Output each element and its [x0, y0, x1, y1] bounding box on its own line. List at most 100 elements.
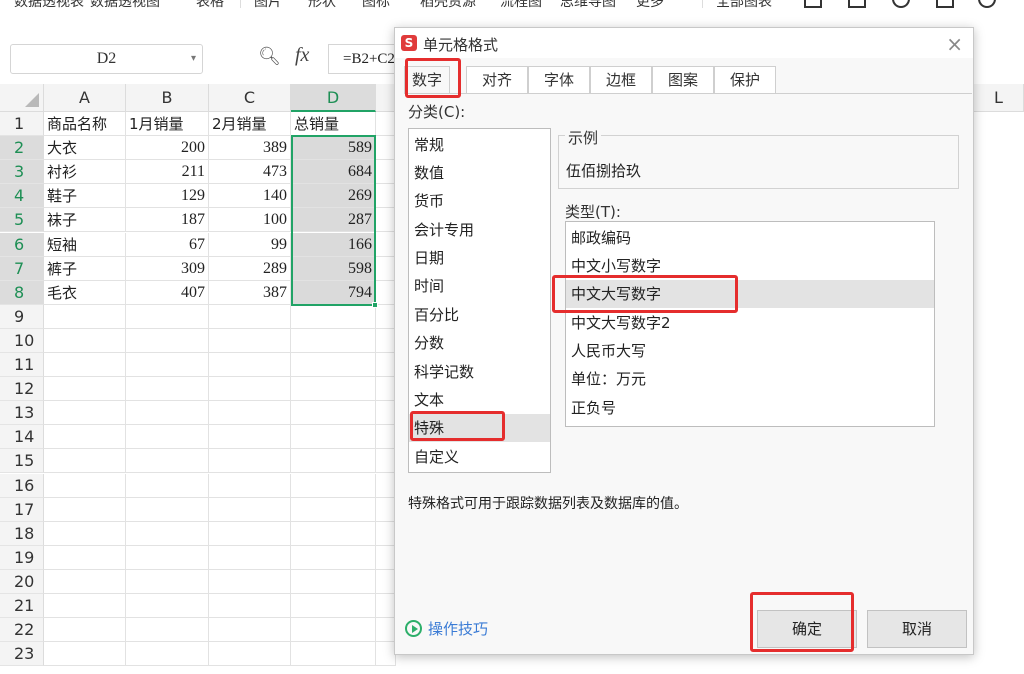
table-cell[interactable]: 473 [209, 160, 291, 185]
row-header[interactable]: 3 [0, 160, 44, 185]
fill-handle[interactable] [372, 302, 378, 308]
ribbon-docer[interactable]: 稻壳资源 [420, 0, 476, 11]
row-header[interactable]: 18 [0, 521, 44, 546]
chevron-down-icon[interactable]: ▾ [191, 45, 196, 73]
table-cell[interactable]: 166 [291, 232, 376, 257]
tab-border[interactable]: 边框 [590, 66, 652, 94]
table-cell[interactable] [376, 184, 396, 209]
zoom-search-icon[interactable]: 🔍︎ [258, 46, 281, 67]
table-cell[interactable] [291, 545, 376, 570]
row-header[interactable]: 5 [0, 208, 44, 233]
table-cell[interactable]: 598 [291, 256, 376, 281]
table-cell[interactable] [291, 642, 376, 667]
table-cell[interactable] [126, 473, 209, 498]
table-cell[interactable] [44, 401, 126, 426]
table-cell[interactable] [376, 401, 396, 426]
category-item-number[interactable]: 数值 [409, 159, 550, 187]
table-cell[interactable] [44, 328, 126, 353]
ribbon-pivot-table[interactable]: 数据透视表 [14, 0, 84, 11]
table-cell[interactable] [209, 521, 291, 546]
column-header-d[interactable]: D [291, 84, 376, 112]
table-cell[interactable] [209, 545, 291, 570]
fx-icon[interactable]: fx [295, 44, 309, 67]
tab-font[interactable]: 字体 [528, 66, 590, 94]
column-header-a[interactable]: A [44, 84, 126, 112]
cancel-button[interactable]: 取消 [867, 610, 967, 648]
table-cell[interactable] [376, 208, 396, 233]
table-cell[interactable] [209, 594, 291, 618]
header-cell[interactable]: 2月销量 [209, 112, 291, 136]
table-cell[interactable] [376, 545, 396, 570]
table-cell[interactable] [209, 401, 291, 426]
column-header-l[interactable]: L [974, 84, 1024, 112]
row-header[interactable]: 12 [0, 377, 44, 402]
table-cell[interactable] [44, 304, 126, 329]
row-header[interactable]: 16 [0, 473, 44, 498]
table-cell[interactable] [376, 521, 396, 546]
table-cell[interactable] [376, 497, 396, 522]
category-item-time[interactable]: 时间 [409, 272, 550, 300]
table-cell[interactable] [376, 594, 396, 618]
row-header[interactable]: 9 [0, 304, 44, 329]
column-header-e[interactable] [376, 84, 396, 112]
table-cell[interactable] [126, 353, 209, 377]
table-cell[interactable] [126, 449, 209, 474]
type-item-unit-wan[interactable]: 单位：万元 [566, 365, 934, 393]
row-header[interactable]: 19 [0, 545, 44, 570]
table-cell[interactable] [44, 545, 126, 570]
table-cell[interactable] [44, 473, 126, 498]
header-cell[interactable]: 总销量 [291, 112, 376, 136]
close-icon[interactable]: × [946, 32, 963, 56]
table-cell[interactable] [376, 569, 396, 594]
tab-alignment[interactable]: 对齐 [466, 66, 528, 94]
category-item-general[interactable]: 常规 [409, 131, 550, 159]
tab-pattern[interactable]: 图案 [652, 66, 714, 94]
table-cell[interactable] [376, 112, 396, 136]
ribbon-shape[interactable]: 形状 [308, 0, 336, 11]
table-cell[interactable] [126, 497, 209, 522]
ribbon-more[interactable]: 更多 [636, 0, 664, 11]
row-header[interactable]: 7 [0, 256, 44, 281]
table-cell[interactable]: 794 [291, 280, 376, 305]
table-cell[interactable]: 187 [126, 208, 209, 233]
table-cell[interactable] [291, 497, 376, 522]
table-cell[interactable] [209, 377, 291, 402]
category-item-currency[interactable]: 货币 [409, 187, 550, 215]
category-item-fraction[interactable]: 分数 [409, 329, 550, 357]
name-box[interactable]: D2 ▾ [10, 44, 203, 74]
table-cell[interactable] [291, 594, 376, 618]
ribbon-all-charts[interactable]: 全部图表 [716, 0, 772, 11]
type-item-rmb-uppercase[interactable]: 人民币大写 [566, 337, 934, 365]
column-header-c[interactable]: C [209, 84, 291, 112]
table-cell[interactable] [44, 425, 126, 450]
row-header[interactable]: 6 [0, 232, 44, 257]
category-item-accounting[interactable]: 会计专用 [409, 216, 550, 244]
table-cell[interactable] [376, 280, 396, 305]
column-header-b[interactable]: B [126, 84, 209, 112]
area-chart-icon[interactable] [936, 0, 954, 8]
ribbon-mindmap[interactable]: 思维导图 [560, 0, 616, 11]
table-cell[interactable] [376, 328, 396, 353]
table-cell[interactable]: 毛衣 [44, 280, 126, 305]
table-cell[interactable] [126, 545, 209, 570]
table-cell[interactable] [376, 232, 396, 257]
ribbon-icon[interactable]: 图标 [362, 0, 390, 11]
category-item-scientific[interactable]: 科学记数 [409, 358, 550, 386]
table-cell[interactable] [44, 353, 126, 377]
table-cell[interactable] [44, 497, 126, 522]
table-cell[interactable] [44, 594, 126, 618]
table-cell[interactable]: 407 [126, 280, 209, 305]
table-cell[interactable] [376, 425, 396, 450]
table-cell[interactable] [209, 449, 291, 474]
table-cell[interactable]: 裤子 [44, 256, 126, 281]
table-cell[interactable]: 389 [209, 136, 291, 161]
table-cell[interactable] [126, 425, 209, 450]
category-item-text[interactable]: 文本 [409, 386, 550, 414]
table-cell[interactable] [291, 569, 376, 594]
ribbon-table[interactable]: 表格 [196, 0, 224, 11]
table-cell[interactable]: 140 [209, 184, 291, 209]
bar-chart-icon[interactable] [848, 0, 866, 8]
table-cell[interactable] [44, 377, 126, 402]
table-cell[interactable]: 99 [209, 232, 291, 257]
table-cell[interactable] [376, 473, 396, 498]
